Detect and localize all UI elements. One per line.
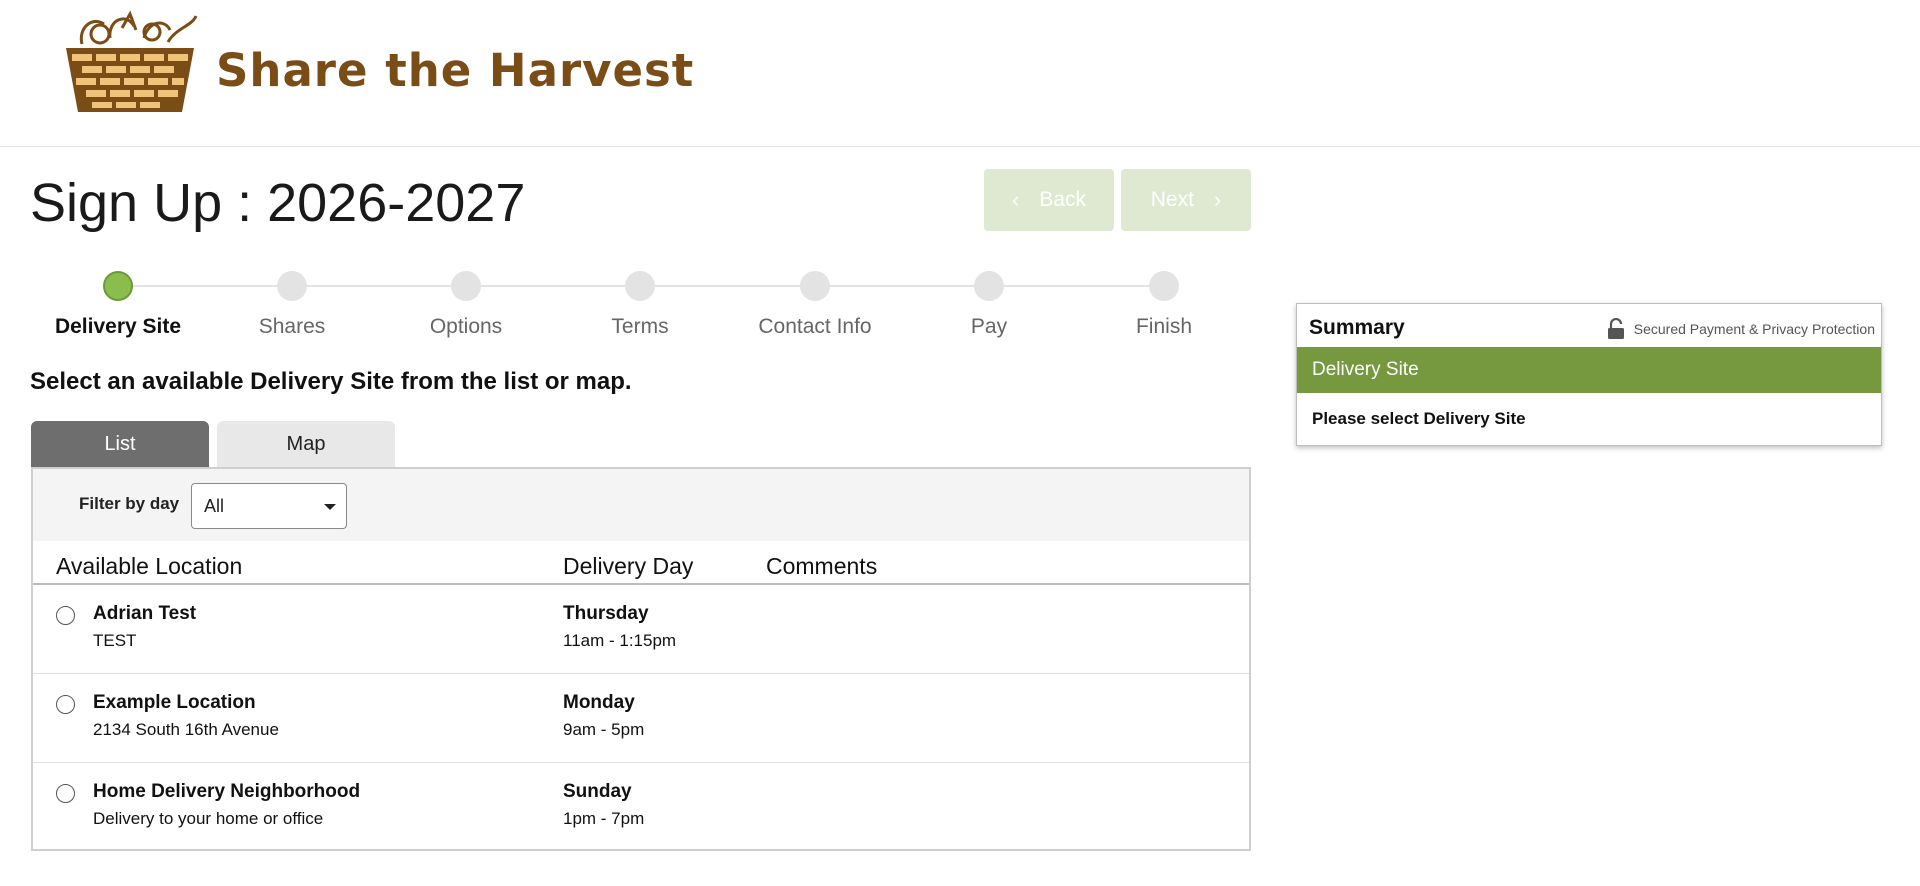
step-contact-info[interactable]: Contact Info <box>740 270 890 339</box>
column-header-location: Available Location <box>56 553 243 579</box>
step-pay[interactable]: Pay <box>914 270 1064 339</box>
column-header-day: Delivery Day <box>563 553 694 579</box>
delivery-day: Thursday <box>563 603 649 624</box>
step-shares[interactable]: Shares <box>217 270 367 339</box>
location-radio[interactable] <box>56 606 75 625</box>
lock-icon <box>1607 318 1624 339</box>
step-label: Finish <box>1135 315 1193 338</box>
delivery-time: 11am - 1:15pm <box>563 631 677 650</box>
filter-label: Filter by day <box>79 494 180 513</box>
step-label: Terms <box>611 315 669 338</box>
table-row[interactable]: Home Delivery Neighborhood Delivery to y… <box>33 763 1249 852</box>
step-label: Pay <box>970 315 1008 338</box>
filter-day-select[interactable]: All <box>191 483 347 529</box>
summary-section-delivery-site: Delivery Site <box>1297 347 1881 393</box>
step-dot <box>277 271 307 301</box>
instruction-text: Select an available Delivery Site from t… <box>30 368 632 395</box>
step-dot <box>625 271 655 301</box>
brand-name: Share the Harvest <box>216 44 695 97</box>
next-button-label: Next <box>1150 188 1194 211</box>
table-row[interactable]: Adrian Test TEST Thursday 11am - 1:15pm <box>33 585 1249 674</box>
table-row[interactable]: Example Location 2134 South 16th Avenue … <box>33 674 1249 763</box>
step-delivery-site[interactable]: Delivery Site <box>43 270 193 339</box>
location-description: TEST <box>93 631 137 650</box>
delivery-time: 9am - 5pm <box>563 720 645 739</box>
column-header-comments: Comments <box>766 553 878 579</box>
caret-down-icon <box>324 504 336 510</box>
location-description: Delivery to your home or office <box>93 809 324 828</box>
site-header: Share the Harvest <box>0 0 1920 147</box>
brand-logo[interactable]: Share the Harvest <box>52 8 693 120</box>
filter-select-value: All <box>204 496 225 516</box>
delivery-day: Sunday <box>563 781 632 802</box>
step-dot <box>451 271 481 301</box>
page-title: Sign Up : 2026-2027 <box>30 173 526 233</box>
location-name: Example Location <box>93 692 256 713</box>
delivery-time: 1pm - 7pm <box>563 809 645 828</box>
step-terms[interactable]: Terms <box>565 270 715 339</box>
secure-notice: Secured Payment & Privacy Protection <box>1606 318 1875 340</box>
summary-title: Summary <box>1309 316 1405 339</box>
step-dot <box>1149 271 1179 301</box>
step-options[interactable]: Options <box>391 270 541 339</box>
location-description: 2134 South 16th Avenue <box>93 720 279 739</box>
location-radio[interactable] <box>56 695 75 714</box>
chevron-left-icon: ‹ <box>1011 187 1020 212</box>
step-label: Shares <box>258 315 326 338</box>
tab-map[interactable]: Map <box>217 421 395 467</box>
progress-stepper: Delivery Site Shares Options Terms Conta… <box>30 270 1250 350</box>
step-label: Delivery Site <box>54 315 182 338</box>
step-dot <box>800 271 830 301</box>
back-button-label: Back <box>1039 188 1086 211</box>
step-label: Contact Info <box>758 315 872 338</box>
chevron-right-icon: › <box>1213 187 1222 212</box>
step-dot-active <box>103 271 133 301</box>
delivery-day: Monday <box>563 692 635 713</box>
tab-list[interactable]: List <box>31 421 209 467</box>
location-name: Home Delivery Neighborhood <box>93 781 361 802</box>
step-label: Options <box>429 315 503 338</box>
location-name: Adrian Test <box>93 603 197 624</box>
secure-notice-text: Secured Payment & Privacy Protection <box>1633 321 1875 337</box>
summary-message: Please select Delivery Site <box>1312 409 1526 428</box>
next-button[interactable]: Next › <box>1121 169 1251 231</box>
step-finish[interactable]: Finish <box>1089 270 1239 339</box>
delivery-site-list-panel: Filter by day All Available Location Del… <box>31 467 1251 851</box>
filter-bar: Filter by day All <box>33 469 1249 541</box>
step-dot <box>974 271 1004 301</box>
back-button[interactable]: ‹ Back <box>984 169 1114 231</box>
harvest-basket-icon <box>66 10 198 112</box>
summary-panel: Summary Secured Payment & Privacy Protec… <box>1296 303 1882 446</box>
location-radio[interactable] <box>56 784 75 803</box>
